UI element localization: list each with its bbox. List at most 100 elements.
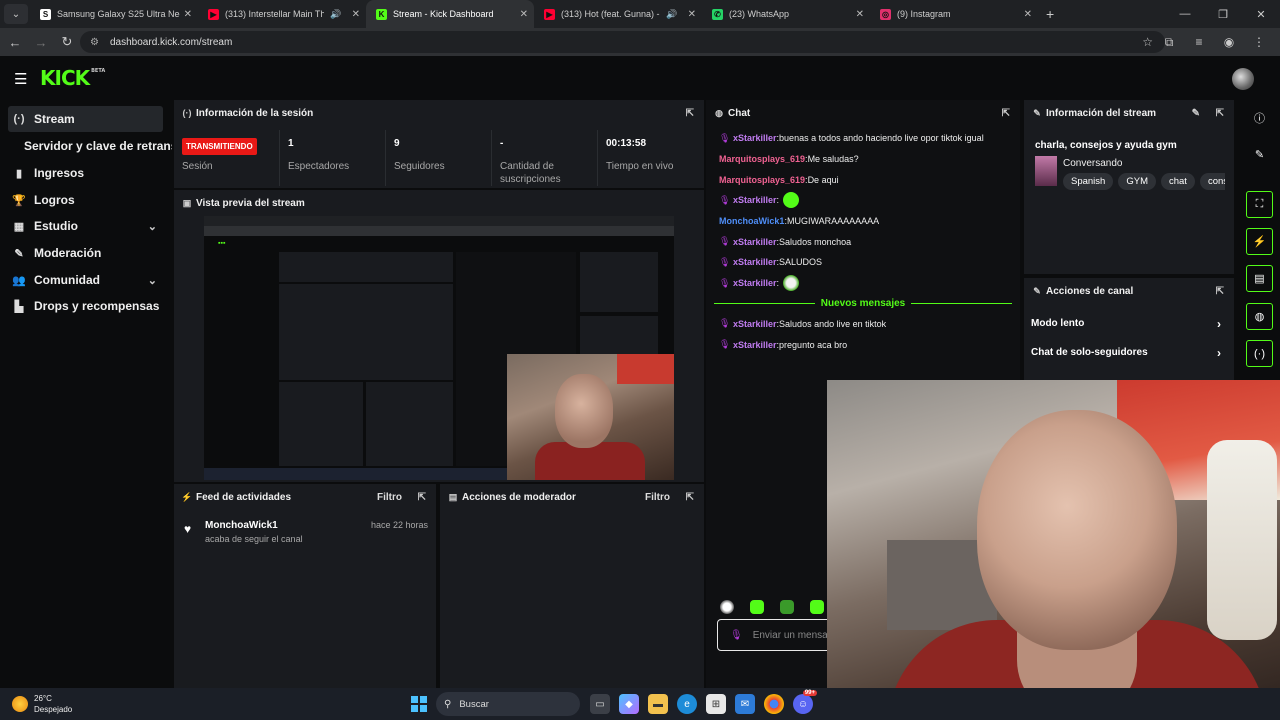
mic-icon: 🎙 <box>730 629 743 641</box>
close-window-icon[interactable]: ✕ <box>1242 8 1280 21</box>
reading-list-icon[interactable]: ≡ <box>1184 35 1214 49</box>
browser-tab[interactable]: ◎ (9) Instagram ✕ <box>870 0 1038 28</box>
address-bar[interactable]: ⚙ dashboard.kick.com/stream ☆ <box>80 31 1165 53</box>
bookmark-star-icon[interactable]: ☆ <box>1142 35 1153 49</box>
chat-username[interactable]: xStarkiller <box>733 237 777 247</box>
info-icon[interactable]: ⓘ <box>1246 104 1273 131</box>
chat-username[interactable]: xStarkiller <box>733 195 777 205</box>
sidebar-item-server-key[interactable]: Servidor y clave de retransmisión <box>8 133 172 159</box>
sidebar-item-label: Moderación <box>34 246 102 260</box>
tag[interactable]: Spanish <box>1063 173 1114 190</box>
browser-tab[interactable]: S Samsung Galaxy S25 Ultra Neg ✕ <box>30 0 198 28</box>
weather-widget[interactable]: 26°C Despejado <box>12 693 72 715</box>
tag[interactable]: GYM <box>1118 173 1156 190</box>
stream-preview-video[interactable]: ▪▪▪ <box>204 216 674 480</box>
new-tab-button[interactable]: + <box>1046 6 1054 22</box>
tab-audio-icon[interactable]: 🔊 <box>330 9 341 20</box>
expand-icon[interactable]: ⇱ <box>686 492 694 503</box>
expand-icon[interactable]: ⇱ <box>1216 108 1224 119</box>
chat-username[interactable]: xStarkiller <box>733 278 777 288</box>
sidebar-item-moderacion[interactable]: ✎ Moderación <box>8 240 163 266</box>
filter-button[interactable]: Filtro <box>645 492 670 503</box>
emote-grin[interactable] <box>780 600 794 614</box>
tab-close-icon[interactable]: ✕ <box>856 9 864 20</box>
chat-input[interactable]: 🎙 Enviar un mensa <box>717 619 837 651</box>
extensions-icon[interactable]: ⧉ <box>1154 35 1184 50</box>
expand-icon[interactable]: ⇱ <box>686 108 694 119</box>
action-followers-only[interactable]: Chat de solo-seguidores › <box>1031 346 1227 360</box>
user-avatar[interactable] <box>1232 68 1254 90</box>
stat-value: 00:13:58 <box>606 138 647 149</box>
tab-audio-icon[interactable]: 🔊 <box>666 9 677 20</box>
maximize-icon[interactable]: ❐ <box>1204 8 1242 21</box>
lightning-icon[interactable]: ⚡ <box>1246 228 1273 255</box>
discord-icon[interactable]: ☺ 99+ <box>793 690 817 714</box>
chat-text: Saludos monchoa <box>779 236 852 247</box>
browser-tab[interactable]: ▶ (313) Hot (feat. Gunna) - YouTu 🔊 ✕ <box>534 0 702 28</box>
clip-icon[interactable]: ⛶ <box>1246 191 1273 218</box>
reload-icon[interactable]: ↻ <box>54 34 80 50</box>
tab-close-icon[interactable]: ✕ <box>1024 9 1032 20</box>
sidebar-item-estudio[interactable]: ▦ Estudio ⌄ <box>8 213 163 239</box>
chat-text: buenas a todos ando haciendo live opor t… <box>779 133 984 144</box>
copilot-icon[interactable]: ◆ <box>619 694 639 714</box>
broadcast-icon[interactable]: (·) <box>1246 340 1273 367</box>
tab-search-button[interactable]: ⌄ <box>4 4 28 24</box>
site-info-icon[interactable]: ⚙ <box>90 37 102 48</box>
emote-green-2[interactable] <box>810 600 824 614</box>
chat-username[interactable]: Marquitosplays_619 <box>719 154 805 164</box>
browser-tab[interactable]: K Stream - Kick Dashboard ✕ <box>366 0 534 28</box>
expand-icon[interactable]: ⇱ <box>1216 286 1224 297</box>
profile-icon[interactable]: ◉ <box>1214 35 1244 49</box>
taskbar-search[interactable]: ⚲ Buscar <box>436 692 580 716</box>
edit-pencil-icon[interactable]: ✎ <box>1192 108 1200 119</box>
chat-username[interactable]: Marquitosplays_619 <box>719 175 805 185</box>
mail-icon[interactable]: ✉ <box>735 694 755 714</box>
tab-close-icon[interactable]: ✕ <box>688 9 696 20</box>
sidebar-item-comunidad[interactable]: 👥 Comunidad ⌄ <box>8 267 163 293</box>
stat-label: Seguidores <box>394 161 445 172</box>
chat-username[interactable]: xStarkiller <box>733 319 777 329</box>
store-icon[interactable]: ⊞ <box>706 694 726 714</box>
tag[interactable]: chat <box>1160 173 1195 190</box>
windows-start-icon[interactable] <box>411 696 427 712</box>
chat-username[interactable]: xStarkiller <box>733 133 777 143</box>
chat-username[interactable]: xStarkiller <box>733 257 777 267</box>
clipboard-icon[interactable]: ▤ <box>1246 265 1273 292</box>
chat-username[interactable]: MonchoaWick1 <box>719 216 784 226</box>
sidebar-item-drops[interactable]: ▙ Drops y recompensas <box>8 293 163 319</box>
stat-label: Sesión <box>182 161 213 172</box>
browser-menu-icon[interactable]: ⋮ <box>1244 35 1274 49</box>
category-thumbnail <box>1035 156 1057 186</box>
sidebar-item-ingresos[interactable]: ▮ Ingresos <box>8 160 163 186</box>
back-arrow-icon[interactable]: ← <box>2 35 28 50</box>
tab-close-icon[interactable]: ✕ <box>352 9 360 20</box>
browser-tab[interactable]: ▶ (313) Interstellar Main Them 🔊 ✕ <box>198 0 366 28</box>
file-explorer-icon[interactable]: ▬ <box>648 694 668 714</box>
kick-logo[interactable]: KICK BETA <box>40 66 105 90</box>
browser-tab[interactable]: ✆ (23) WhatsApp ✕ <box>702 0 870 28</box>
tag[interactable]: consejos <box>1199 173 1225 190</box>
chat-username[interactable]: xStarkiller <box>733 340 777 350</box>
edge-icon[interactable]: e <box>677 694 697 714</box>
chrome-icon[interactable] <box>764 694 784 714</box>
expand-icon[interactable]: ⇱ <box>1002 108 1010 119</box>
stream-category[interactable]: Conversando <box>1063 158 1122 169</box>
action-slow-mode[interactable]: Modo lento › <box>1031 317 1227 331</box>
expand-icon[interactable]: ⇱ <box>418 492 426 503</box>
hamburger-menu-icon[interactable]: ☰ <box>14 70 27 88</box>
sidebar-item-stream[interactable]: (·) Stream <box>8 106 163 132</box>
edit-pencil-icon[interactable]: ✎ <box>1246 141 1273 168</box>
filter-button[interactable]: Filtro <box>377 492 402 503</box>
tab-close-icon[interactable]: ✕ <box>520 9 528 20</box>
sidebar-item-logros[interactable]: 🏆 Logros <box>8 187 163 213</box>
emote-green[interactable] <box>750 600 764 614</box>
task-view-icon[interactable]: ▭ <box>590 694 610 714</box>
chat-message: 🎙 xStarkiller: Saludos ando live en tikto… <box>706 314 1020 335</box>
tab-close-icon[interactable]: ✕ <box>184 9 192 20</box>
feed-user[interactable]: MonchoaWick1 <box>205 520 278 531</box>
forward-arrow-icon[interactable]: → <box>28 35 54 50</box>
emote-skull[interactable] <box>720 600 734 614</box>
minimize-icon[interactable]: — <box>1166 8 1204 20</box>
chat-bubble-icon[interactable]: ◍ <box>1246 303 1273 330</box>
